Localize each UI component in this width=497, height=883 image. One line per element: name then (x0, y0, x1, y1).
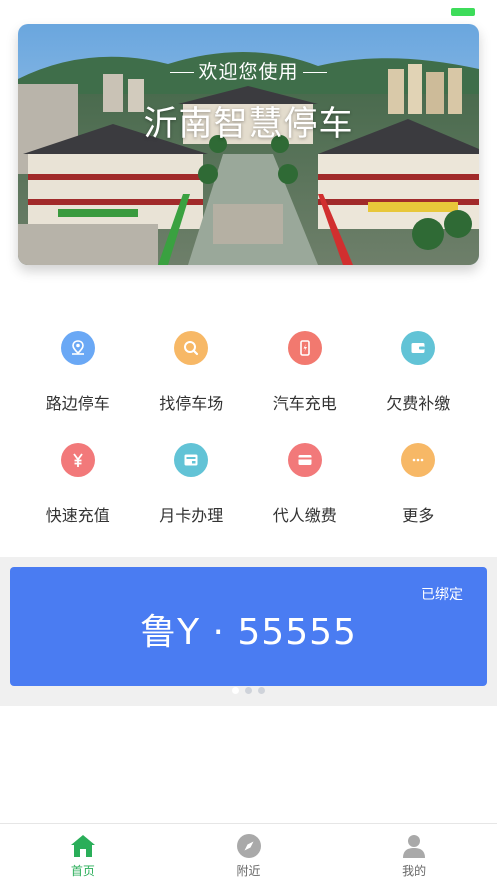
app-title: 沂南智慧停车 (143, 104, 354, 144)
welcome-banner[interactable]: 欢迎您使用 沂南智慧停车 (18, 24, 479, 265)
welcome-label: 欢迎您使用 (198, 61, 299, 83)
tab-nearby[interactable]: 附近 (166, 824, 332, 883)
welcome-line-right (302, 72, 327, 73)
carousel-dot[interactable] (258, 687, 265, 694)
menu-label: 路边停车 (45, 394, 110, 413)
function-menu: 路边停车 找停车场 汽车充电 欠费补缴 快速充值 月卡办理 代人缴费 更多 (0, 320, 497, 544)
plate-number: 鲁Y · 55555 (140, 612, 357, 653)
payment-card-icon (287, 443, 322, 477)
status-bar (0, 0, 497, 22)
charging-icon (287, 331, 322, 365)
user-icon (401, 833, 427, 859)
menu-item-pay-for-others[interactable]: 代人缴费 (248, 432, 362, 544)
card-icon (174, 443, 209, 477)
more-icon (401, 443, 436, 477)
wallet-icon (401, 331, 436, 365)
menu-label: 欠费补缴 (386, 394, 451, 413)
menu-label: 更多 (402, 506, 435, 525)
tab-me[interactable]: 我的 (331, 824, 497, 883)
menu-row-1: 路边停车 找停车场 汽车充电 欠费补缴 (0, 320, 497, 432)
menu-item-find-parking[interactable]: 找停车场 (135, 320, 249, 432)
carousel-dot[interactable] (232, 687, 239, 694)
yuan-icon (60, 443, 95, 477)
menu-item-ev-charging[interactable]: 汽车充电 (248, 320, 362, 432)
menu-label: 月卡办理 (159, 506, 224, 525)
tab-label: 附近 (236, 864, 261, 878)
menu-label: 找停车场 (159, 394, 224, 413)
tab-label: 首页 (70, 864, 95, 878)
menu-row-2: 快速充值 月卡办理 代人缴费 更多 (0, 432, 497, 544)
map-pin-icon (60, 331, 95, 365)
welcome-line-left (170, 72, 195, 73)
menu-label: 代人缴费 (272, 506, 337, 525)
compass-icon (236, 833, 262, 859)
plate-card-section: 已绑定 鲁Y · 55555 (0, 557, 497, 706)
carousel-dot[interactable] (245, 687, 252, 694)
battery-icon (451, 8, 475, 16)
menu-item-roadside-parking[interactable]: 路边停车 (21, 320, 135, 432)
tab-home[interactable]: 首页 (0, 824, 166, 883)
plate-card[interactable]: 已绑定 鲁Y · 55555 (10, 567, 487, 694)
menu-item-monthly-card[interactable]: 月卡办理 (135, 432, 249, 544)
menu-item-quick-recharge[interactable]: 快速充值 (21, 432, 135, 544)
menu-label: 快速充值 (45, 506, 110, 525)
bound-status: 已绑定 (421, 587, 463, 603)
bottom-tab-bar: 首页 附近 我的 (0, 823, 497, 883)
tab-label: 我的 (402, 864, 427, 878)
carousel-dots (10, 687, 487, 694)
menu-label: 汽车充电 (272, 394, 337, 413)
menu-item-more[interactable]: 更多 (362, 432, 476, 544)
search-icon (174, 331, 209, 365)
welcome-text: 欢迎您使用 (18, 57, 479, 84)
menu-item-arrears-payment[interactable]: 欠费补缴 (362, 320, 476, 432)
home-icon (70, 833, 96, 859)
